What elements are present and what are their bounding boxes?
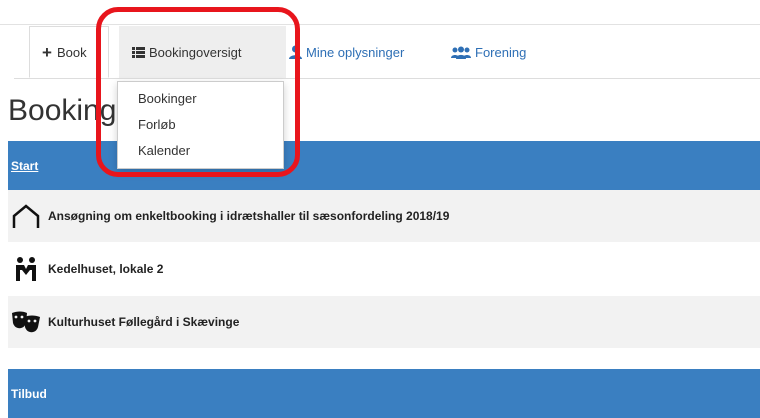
start-link[interactable]: Start [11, 159, 38, 173]
group-icon [451, 46, 471, 59]
tab-association-label: Forening [475, 44, 527, 60]
tab-booking-overview[interactable]: Bookingoversigt [119, 26, 286, 78]
plus-icon: + [42, 42, 52, 62]
tab-my-info[interactable]: Mine oplysninger [289, 26, 404, 78]
user-icon [289, 45, 302, 59]
menu-item-kalender[interactable]: Kalender [118, 138, 283, 164]
tab-booking-overview-label: Bookingoversigt [149, 44, 242, 60]
people-icon [8, 256, 44, 282]
top-divider [0, 24, 760, 25]
menu-item-forloeb[interactable]: Forløb [118, 112, 283, 138]
list-item-label: Kulturhuset Føllegård i Skævinge [48, 315, 240, 329]
page-title: Booking [8, 94, 117, 127]
list-item-label: Kedelhuset, lokale 2 [48, 262, 164, 276]
main-tabs: + Book Bookingoversigt Mine oplysninger [14, 26, 760, 79]
list-item-label: Ansøgning om enkeltbooking i idrætshalle… [48, 209, 450, 223]
list-item[interactable]: Kulturhuset Føllegård i Skævinge [8, 296, 760, 348]
arch-icon [8, 203, 44, 229]
tab-book-label: Book [56, 44, 87, 60]
tilbud-section-header: Tilbud [8, 369, 760, 418]
theater-masks-icon [8, 310, 44, 334]
tilbud-label: Tilbud [11, 386, 47, 401]
menu-item-bookinger[interactable]: Bookinger [118, 86, 283, 112]
tab-association[interactable]: Forening [451, 26, 526, 78]
booking-overview-dropdown: Bookinger Forløb Kalender [117, 81, 284, 169]
list-item[interactable]: Kedelhuset, lokale 2 [8, 243, 760, 295]
tab-my-info-label: Mine oplysninger [306, 44, 405, 60]
list-item[interactable]: Ansøgning om enkeltbooking i idrætshalle… [8, 190, 760, 242]
list-icon [132, 46, 145, 58]
tab-book[interactable]: + Book [29, 26, 109, 78]
